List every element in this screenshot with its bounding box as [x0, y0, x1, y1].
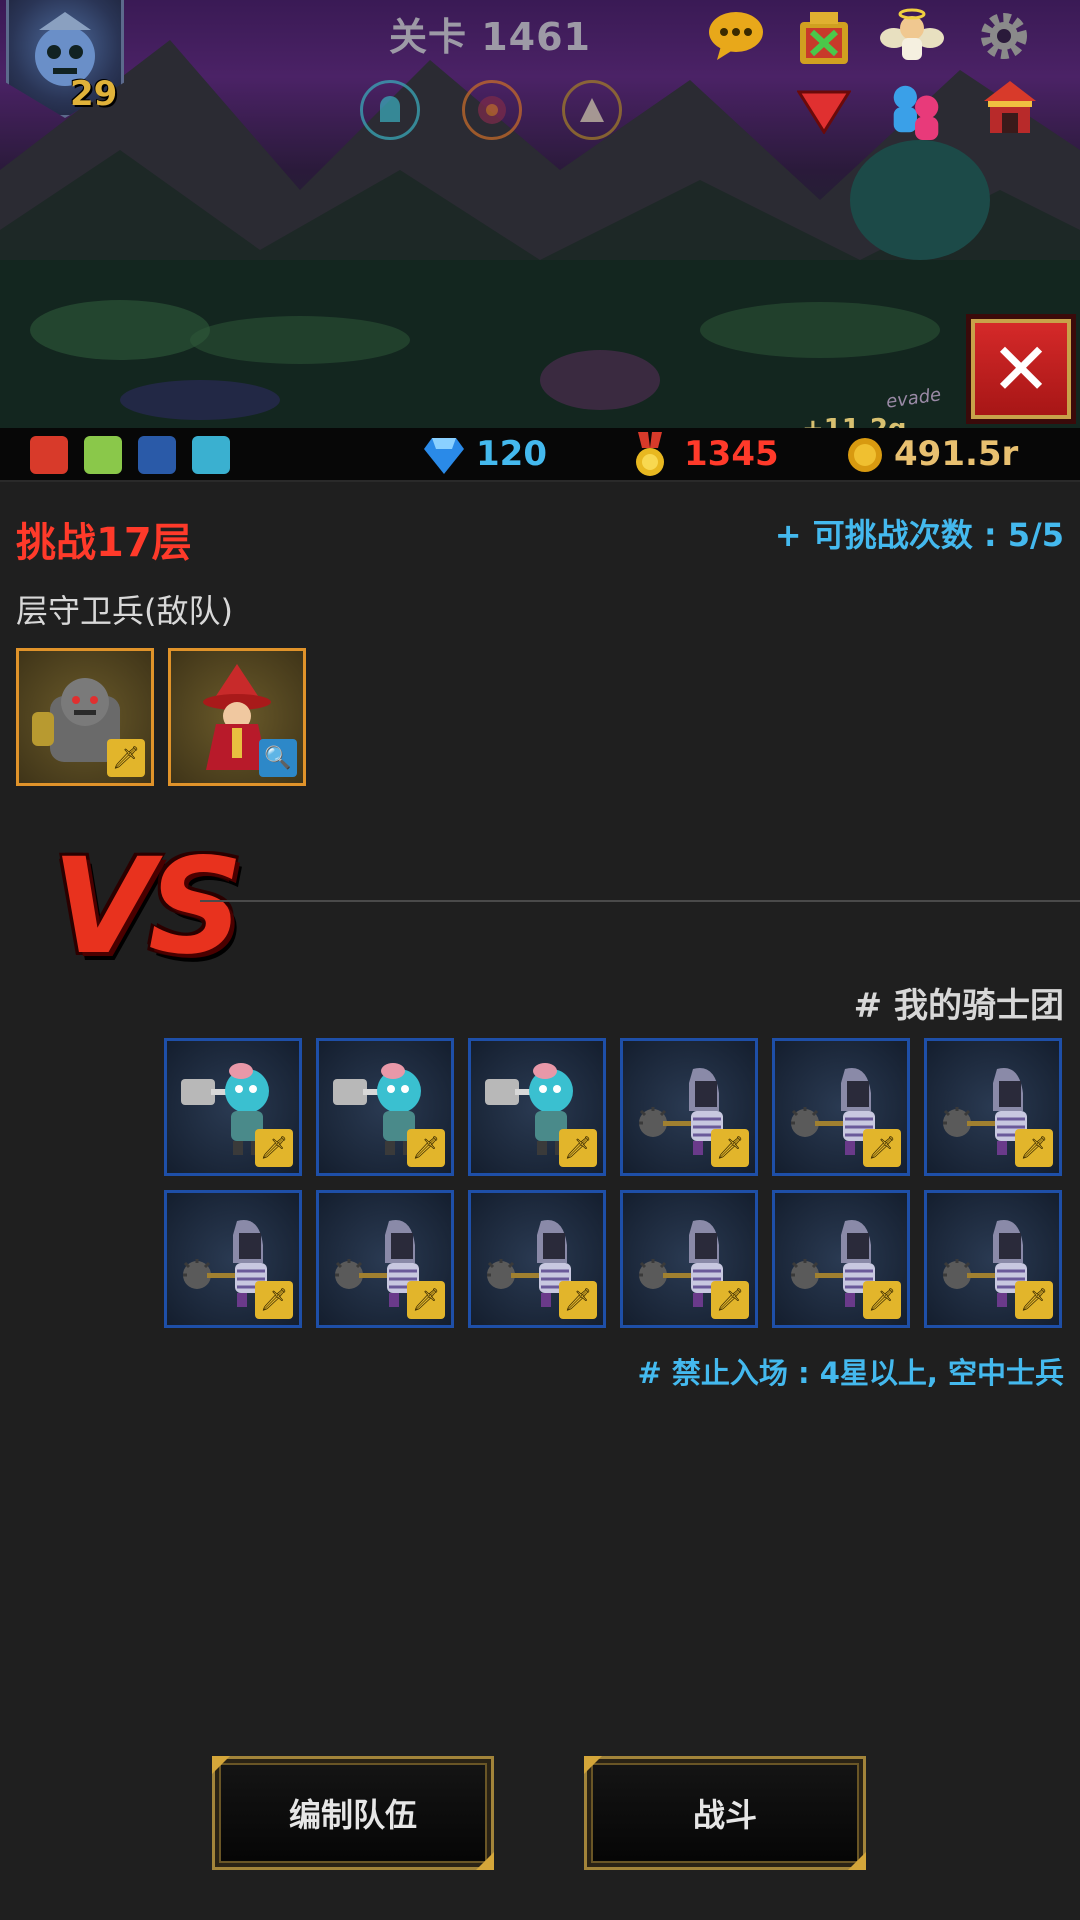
player-level: 29: [70, 74, 118, 114]
corner-ornament: [212, 1756, 230, 1774]
battle-button[interactable]: 战斗: [584, 1756, 866, 1870]
gold-count: 491.5r: [894, 434, 1019, 474]
settings-icon[interactable]: [972, 4, 1036, 68]
buff-ghost-icon[interactable]: [360, 80, 420, 140]
sword-class-icon: 🗡: [407, 1129, 445, 1167]
diamond-icon: [424, 438, 464, 474]
battle-label: 战斗: [692, 1796, 757, 1834]
dropdown-triangle-icon[interactable]: [792, 80, 856, 144]
gift-icon[interactable]: [792, 6, 856, 70]
ally-unit-mace-knight[interactable]: 🗡: [924, 1038, 1062, 1176]
diamond-count: 120: [476, 434, 547, 474]
sword-class-icon: 🗡: [559, 1281, 597, 1319]
corner-ornament: [848, 1852, 866, 1870]
ally-unit-mace-knight[interactable]: 🗡: [164, 1190, 302, 1328]
ally-unit-mace-knight[interactable]: 🗡: [468, 1190, 606, 1328]
ally-unit-mace-knight[interactable]: 🗡: [772, 1190, 910, 1328]
buff-eye-icon[interactable]: [462, 80, 522, 140]
edit-team-button[interactable]: 编制队伍: [212, 1756, 494, 1870]
sword-class-icon: 🗡: [711, 1281, 749, 1319]
sword-class-icon: 🗡: [255, 1281, 293, 1319]
sword-class-icon: 🗡: [1015, 1129, 1053, 1167]
chat-icon[interactable]: [704, 4, 768, 68]
ally-unit-hammer-troll[interactable]: 🗡: [164, 1038, 302, 1176]
challenge-floor-title: 挑战17层: [16, 520, 192, 566]
medal-count: 1345: [684, 434, 779, 474]
corner-ornament: [584, 1756, 602, 1774]
magic-class-icon: 🔍: [259, 739, 297, 777]
hero-knight-icon[interactable]: [138, 436, 176, 474]
shop-icon[interactable]: [978, 76, 1042, 140]
ally-unit-mace-knight[interactable]: 🗡: [620, 1190, 758, 1328]
ally-unit-hammer-troll[interactable]: 🗡: [468, 1038, 606, 1176]
angel-icon[interactable]: [880, 4, 944, 68]
sword-class-icon: 🗡: [107, 739, 145, 777]
edit-team-label: 编制队伍: [288, 1796, 417, 1834]
ally-unit-mace-knight[interactable]: 🗡: [620, 1038, 758, 1176]
enemy-team-label: 层守卫兵(敌队): [16, 592, 233, 630]
battle-scene: 29 关卡 1461 evade ✕: [0, 0, 1080, 428]
corner-ornament: [476, 1852, 494, 1870]
ally-unit-mace-knight[interactable]: 🗡: [772, 1038, 910, 1176]
medal-icon: [636, 432, 664, 476]
sword-class-icon: 🗡: [711, 1129, 749, 1167]
sword-class-icon: 🗡: [863, 1129, 901, 1167]
ally-unit-mace-knight[interactable]: 🗡: [924, 1190, 1062, 1328]
sword-class-icon: 🗡: [863, 1281, 901, 1319]
close-button[interactable]: ✕: [966, 314, 1076, 424]
sword-class-icon: 🗡: [255, 1129, 293, 1167]
resource-bar: 120 1345 491.5r: [0, 428, 1080, 482]
challenge-attempts[interactable]: + 可挑战次数 : 5/5: [775, 510, 1064, 556]
my-team-label: # 我的骑士团: [853, 986, 1064, 1026]
entry-restriction: # 禁止入场 : 4星以上, 空中士兵: [637, 1356, 1064, 1390]
gold-coin-icon: [848, 438, 882, 472]
sword-class-icon: 🗡: [559, 1129, 597, 1167]
hero-red-icon[interactable]: [30, 436, 68, 474]
hero-green-icon[interactable]: [84, 436, 122, 474]
divider: [200, 900, 1080, 902]
sword-class-icon: 🗡: [1015, 1281, 1053, 1319]
ally-unit-mace-knight[interactable]: 🗡: [316, 1190, 454, 1328]
enemy-unit-stone-golem[interactable]: 🗡: [16, 648, 154, 786]
ally-unit-hammer-troll[interactable]: 🗡: [316, 1038, 454, 1176]
buff-horn-icon[interactable]: [562, 80, 622, 140]
vs-emblem: VS: [52, 830, 243, 984]
hero-blue-icon[interactable]: [192, 436, 230, 474]
enemy-unit-red-witch[interactable]: 🔍: [168, 648, 306, 786]
friends-icon[interactable]: [884, 78, 948, 142]
sword-class-icon: 🗡: [407, 1281, 445, 1319]
